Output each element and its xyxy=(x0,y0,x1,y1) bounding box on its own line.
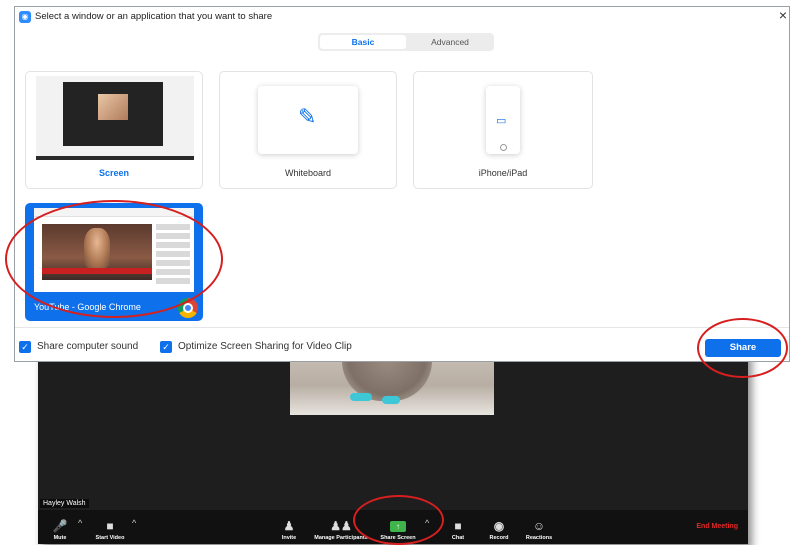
screen-preview-taskbar xyxy=(36,156,194,160)
news-ticker xyxy=(42,268,152,274)
start-video-label: Start Video xyxy=(95,535,125,541)
video-shoe xyxy=(382,396,400,404)
screen-label: Screen xyxy=(98,168,130,178)
record-button[interactable]: ◉ Record xyxy=(486,510,512,544)
share-options-caret[interactable]: ^ xyxy=(425,518,429,528)
reactions-label: Reactions xyxy=(525,535,553,541)
share-dialog: ◉ Select a window or an application that… xyxy=(14,6,790,362)
meeting-window: Hayley Walsh 🎤 Mute ^ ■ Start Video ^ ♟ … xyxy=(38,349,748,544)
audio-options-caret[interactable]: ^ xyxy=(78,518,82,528)
start-video-button[interactable]: ■ Start Video xyxy=(90,510,130,544)
video-off-icon: ■ xyxy=(106,519,114,533)
tab-basic[interactable]: Basic xyxy=(320,35,406,49)
mute-button[interactable]: 🎤 Mute xyxy=(48,510,72,544)
video-shoe xyxy=(350,393,372,401)
video-presenter xyxy=(84,228,110,268)
chat-label: Chat xyxy=(451,535,465,541)
dialog-footer: ✓ Share computer sound ✓ Optimize Screen… xyxy=(15,327,789,362)
screen-preview xyxy=(36,76,194,160)
share-screen-label: Share Screen xyxy=(380,535,416,541)
youtube-sidebar xyxy=(156,224,190,284)
meeting-toolbar: 🎤 Mute ^ ■ Start Video ^ ♟ Invite ♟♟ Man… xyxy=(38,510,748,544)
mute-label: Mute xyxy=(53,535,67,541)
record-icon: ◉ xyxy=(493,519,505,533)
share-screen-icon: ↑ xyxy=(390,521,406,532)
close-icon[interactable]: × xyxy=(779,7,787,23)
whiteboard-card: ✎ xyxy=(258,86,358,154)
record-label: Record xyxy=(489,535,509,541)
optimize-video-label: Optimize Screen Sharing for Video Clip xyxy=(178,341,352,352)
reactions-button[interactable]: ☺ Reactions xyxy=(522,510,556,544)
chat-icon: ■ xyxy=(454,519,462,533)
share-option-youtube-chrome[interactable]: YouTube - Google Chrome xyxy=(25,203,203,321)
microphone-icon: 🎤 xyxy=(52,519,68,533)
dialog-title: Select a window or an application that y… xyxy=(35,11,273,22)
manage-participants-label: Manage Participants xyxy=(314,535,368,541)
add-person-icon: ♟ xyxy=(283,519,295,533)
screen-preview-photo xyxy=(98,94,128,120)
share-option-whiteboard[interactable]: ✎ Whiteboard xyxy=(219,71,397,189)
home-button-icon xyxy=(500,144,507,151)
share-option-screen[interactable]: Screen xyxy=(25,71,203,189)
share-option-iphone-ipad[interactable]: ▭ iPhone/iPad xyxy=(413,71,593,189)
invite-label: Invite xyxy=(281,535,297,541)
share-sound-checkbox[interactable]: ✓ xyxy=(19,341,31,353)
participant-name: Hayley Walsh xyxy=(40,499,89,508)
participants-icon: ♟♟ xyxy=(330,519,352,533)
share-button[interactable]: Share xyxy=(705,339,781,357)
tab-advanced[interactable]: Advanced xyxy=(408,35,492,49)
pen-icon: ✎ xyxy=(298,104,317,129)
manage-participants-button[interactable]: ♟♟ Manage Participants xyxy=(308,510,374,544)
chrome-icon xyxy=(178,298,198,318)
invite-button[interactable]: ♟ Invite xyxy=(276,510,302,544)
airplay-icon: ▭ xyxy=(496,115,507,127)
share-sound-label: Share computer sound xyxy=(37,341,139,352)
dialog-titlebar: ◉ Select a window or an application that… xyxy=(15,7,789,27)
zoom-logo-icon: ◉ xyxy=(19,11,31,23)
smiley-icon: ☺ xyxy=(532,519,546,533)
youtube-video-frame xyxy=(42,224,152,280)
iphone-label: iPhone/iPad xyxy=(478,168,528,178)
browser-tabbar xyxy=(34,208,194,217)
optimize-video-checkbox[interactable]: ✓ xyxy=(160,341,172,353)
chat-button[interactable]: ■ Chat xyxy=(448,510,468,544)
video-options-caret[interactable]: ^ xyxy=(132,518,136,528)
phone-card: ▭ xyxy=(486,86,520,154)
share-mode-tabs: Basic Advanced xyxy=(318,33,494,51)
share-screen-button[interactable]: ↑ Share Screen xyxy=(376,510,420,544)
whiteboard-label: Whiteboard xyxy=(284,168,332,178)
youtube-preview xyxy=(34,208,194,292)
end-meeting-button[interactable]: End Meeting xyxy=(696,523,738,530)
